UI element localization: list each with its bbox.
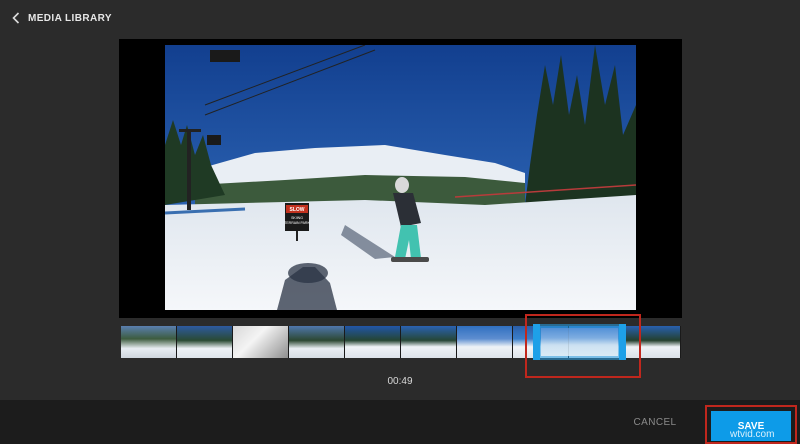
timeline-thumbnail[interactable] xyxy=(121,326,177,358)
back-to-media-library[interactable]: MEDIA LIBRARY xyxy=(12,10,112,26)
timeline-thumbnail[interactable] xyxy=(233,326,289,358)
top-bar: MEDIA LIBRARY xyxy=(0,0,800,36)
sign-line-3: TERRAIN PARK xyxy=(284,221,310,225)
chevron-left-icon xyxy=(12,12,20,24)
video-player[interactable]: SLOW SKIING TERRAIN PARK xyxy=(119,39,682,318)
selection-highlight-annotation xyxy=(525,314,641,378)
sign-line-2: SKIING xyxy=(291,216,303,220)
sign-line-1: SLOW xyxy=(290,207,305,213)
timeline-thumbnail[interactable] xyxy=(457,326,513,358)
timeline-thumbnail[interactable] xyxy=(177,326,233,358)
video-frame-image: SLOW SKIING TERRAIN PARK xyxy=(165,45,636,310)
footer-bar: CANCEL xyxy=(0,400,800,444)
timeline-thumbnail[interactable] xyxy=(289,326,345,358)
video-frame: SLOW SKIING TERRAIN PARK xyxy=(165,45,636,310)
timeline-thumbnail[interactable] xyxy=(345,326,401,358)
back-label: MEDIA LIBRARY xyxy=(28,12,112,24)
timeline-thumbnail[interactable] xyxy=(401,326,457,358)
current-time: 00:49 xyxy=(387,376,413,387)
cancel-button[interactable]: CANCEL xyxy=(620,400,690,444)
watermark: wtvid.com xyxy=(730,429,775,440)
